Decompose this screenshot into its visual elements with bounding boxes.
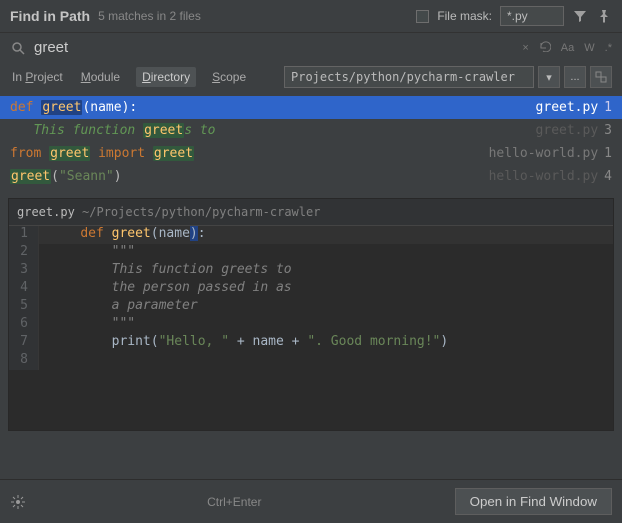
result-row[interactable]: from greet import greet hello-world.py1: [0, 142, 622, 165]
result-row[interactable]: greet("Seann") hello-world.py4: [0, 165, 622, 188]
result-row[interactable]: def greet(name): greet.py1: [0, 96, 622, 119]
search-icon: [10, 40, 26, 56]
match-case-toggle[interactable]: Aa: [561, 42, 574, 54]
open-in-find-window-button[interactable]: Open in Find Window: [455, 488, 612, 515]
scope-tab-scope[interactable]: Scope: [210, 67, 248, 87]
history-icon[interactable]: [539, 40, 551, 55]
path-dropdown-icon[interactable]: ▾: [538, 66, 560, 88]
shortcut-hint: Ctrl+Enter: [207, 495, 261, 509]
directory-path-input[interactable]: [284, 66, 534, 88]
pin-icon[interactable]: [596, 8, 612, 24]
filter-icon[interactable]: [572, 8, 588, 24]
match-summary: 5 matches in 2 files: [98, 9, 416, 23]
browse-button[interactable]: ...: [564, 66, 586, 88]
filemask-input[interactable]: [500, 6, 564, 26]
words-toggle[interactable]: W: [584, 42, 594, 54]
results-list: def greet(name): greet.py1 This function…: [0, 96, 622, 188]
clear-search-icon[interactable]: ×: [522, 42, 528, 54]
preview-filename: greet.py: [17, 205, 75, 219]
scope-tab-module[interactable]: Module: [79, 67, 122, 87]
result-row[interactable]: This function greets to greet.py3: [0, 119, 622, 142]
search-input[interactable]: [34, 39, 514, 56]
settings-icon[interactable]: [10, 494, 26, 510]
preview-pane: greet.py ~/Projects/python/pycharm-crawl…: [8, 198, 614, 431]
code-preview[interactable]: 1 def greet(name): 2 """ 3 This function…: [9, 225, 613, 430]
dialog-title: Find in Path: [10, 8, 90, 24]
regex-toggle[interactable]: .*: [605, 42, 612, 54]
scope-tab-directory[interactable]: Directory: [136, 67, 196, 87]
filemask-label: File mask:: [437, 9, 492, 23]
filemask-checkbox[interactable]: [416, 10, 429, 23]
scope-tab-project[interactable]: In In ProjectProject: [10, 67, 65, 87]
recursive-toggle-icon[interactable]: [590, 66, 612, 88]
